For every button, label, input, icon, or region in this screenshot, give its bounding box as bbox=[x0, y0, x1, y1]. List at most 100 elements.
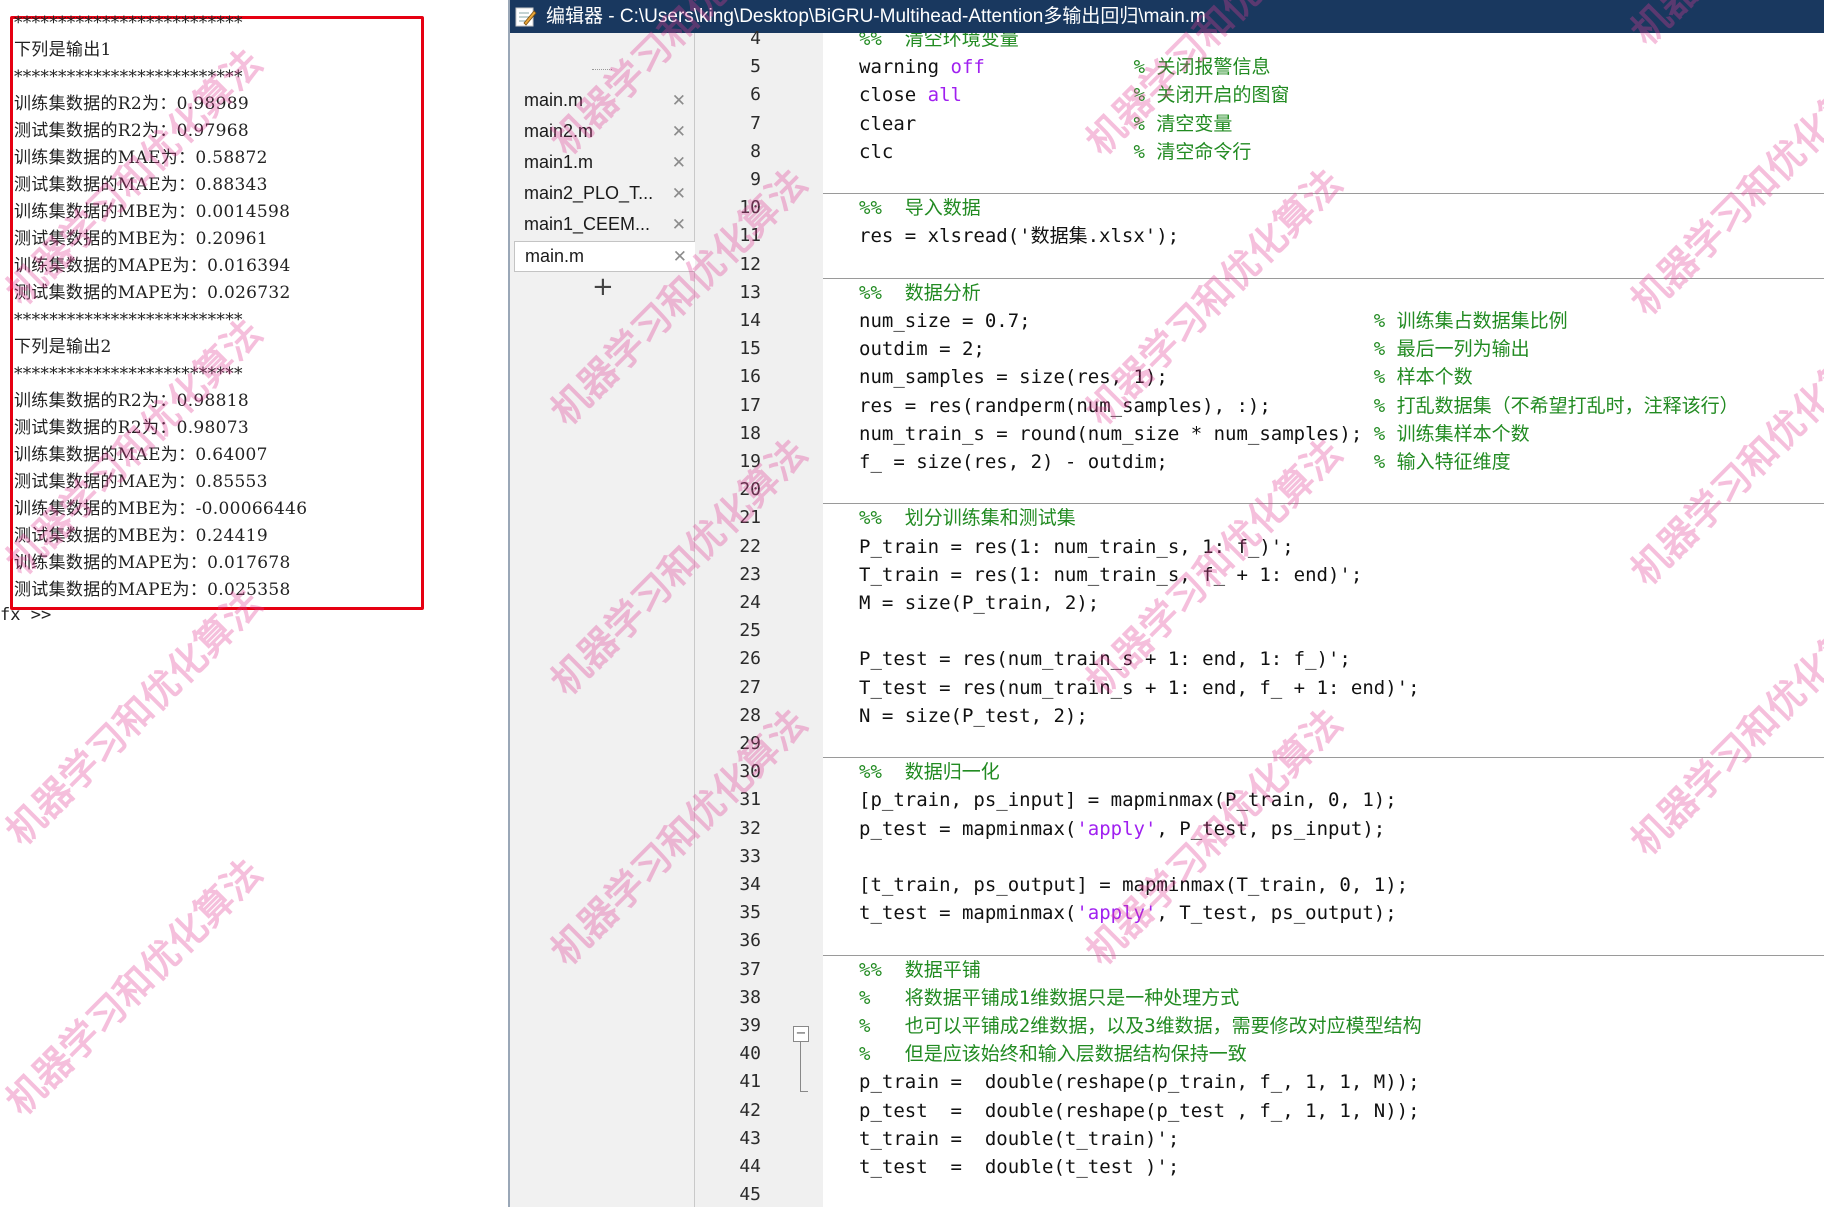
code-line[interactable]: %% 数据平铺 bbox=[859, 956, 981, 984]
add-tab-button[interactable]: + bbox=[592, 273, 614, 301]
line-number: 25 bbox=[739, 620, 761, 642]
file-tab[interactable]: main2.m ✕ bbox=[514, 117, 694, 146]
line-number: 28 bbox=[739, 704, 761, 726]
command-output-line: 训练集数据的R2为：0.98989 bbox=[14, 94, 250, 114]
code-line[interactable]: P_test = res(num_train_s + 1: end, 1: f_… bbox=[859, 645, 1351, 673]
code-line[interactable]: t_test = double(t_test )'; bbox=[859, 1153, 1179, 1181]
close-tab-icon[interactable]: ✕ bbox=[672, 117, 686, 146]
line-number: 10 bbox=[739, 197, 761, 219]
command-output-line: 测试集数据的MAE为：0.85553 bbox=[14, 472, 268, 492]
code-line[interactable]: T_train = res(1: num_train_s, f_ + 1: en… bbox=[859, 561, 1362, 589]
file-tab[interactable]: main.m ✕ bbox=[514, 86, 694, 115]
line-number: 29 bbox=[739, 733, 761, 754]
command-prompt[interactable]: fx >> bbox=[0, 602, 51, 629]
command-output-line: 测试集数据的MAPE为：0.025358 bbox=[14, 580, 291, 600]
code-line[interactable]: num_size = 0.7; % 训练集占数据集比例 bbox=[859, 307, 1568, 335]
line-number: 15 bbox=[739, 338, 761, 360]
code-line[interactable]: num_train_s = round(num_size * num_sampl… bbox=[859, 420, 1530, 448]
code-line[interactable]: t_test = mapminmax('apply', T_test, ps_o… bbox=[859, 899, 1397, 927]
code-line[interactable]: %% 数据归一化 bbox=[859, 758, 1000, 786]
code-line[interactable]: res = xlsread('数据集.xlsx'); bbox=[859, 222, 1179, 250]
code-line[interactable]: [t_train, ps_output] = mapminmax(T_train… bbox=[859, 871, 1408, 899]
code-line[interactable]: %% 清空环境变量 bbox=[859, 33, 1019, 53]
command-output-line: ************************** bbox=[14, 364, 243, 384]
line-number: 5 bbox=[750, 56, 761, 78]
file-tab-label: main.m bbox=[525, 246, 585, 266]
line-number: 38 bbox=[739, 986, 761, 1008]
code-line[interactable]: %% 划分训练集和测试集 bbox=[859, 504, 1076, 532]
line-number: 4 bbox=[750, 28, 761, 49]
editor-title: 编辑器 - C:\Users\king\Desktop\BiGRU-Multih… bbox=[546, 6, 1206, 27]
file-tab[interactable]: main1_CEEM... ✕ bbox=[514, 210, 694, 239]
line-number: 34 bbox=[739, 874, 761, 895]
code-line[interactable]: p_test = mapminmax('apply', P_test, ps_i… bbox=[859, 815, 1385, 843]
line-number: 35 bbox=[739, 902, 761, 924]
close-tab-icon[interactable]: ✕ bbox=[672, 179, 686, 208]
code-line[interactable]: p_train = double(reshape(p_train, f_, 1,… bbox=[859, 1068, 1420, 1096]
line-number: 32 bbox=[739, 817, 761, 839]
command-output-line: 测试集数据的R2为：0.98073 bbox=[14, 418, 250, 438]
code-folding-column: − bbox=[783, 33, 823, 1207]
fold-toggle-icon[interactable]: − bbox=[793, 1026, 809, 1042]
close-tab-icon[interactable]: ✕ bbox=[673, 242, 687, 271]
command-output-line: 训练集数据的MAPE为：0.017678 bbox=[14, 553, 291, 573]
code-line[interactable]: num_samples = size(res, 1); % 样本个数 bbox=[859, 363, 1473, 391]
line-number: 7 bbox=[750, 112, 761, 134]
code-line[interactable]: t_train = double(t_train)'; bbox=[859, 1125, 1179, 1153]
line-number: 41 bbox=[739, 1071, 761, 1093]
line-number: 6 bbox=[750, 84, 761, 106]
cell-divider bbox=[823, 503, 1824, 505]
code-line[interactable]: warning off % 关闭报警信息 bbox=[859, 53, 1270, 81]
code-line[interactable]: %% 数据分析 bbox=[859, 279, 981, 307]
close-tab-icon[interactable]: ✕ bbox=[672, 86, 686, 115]
command-output-line: 测试集数据的MBE为：0.20961 bbox=[14, 229, 269, 249]
editor-window: 编辑器 - C:\Users\king\Desktop\BiGRU-Multih… bbox=[508, 0, 1824, 1207]
line-number: 26 bbox=[739, 648, 761, 670]
file-tab-label: main2.m bbox=[524, 121, 594, 141]
code-line[interactable]: [p_train, ps_input] = mapminmax(P_train,… bbox=[859, 786, 1397, 814]
file-tab[interactable]: main2_PLO_T... ✕ bbox=[514, 179, 694, 208]
code-line[interactable]: clc % 清空命令行 bbox=[859, 138, 1251, 166]
line-number: 8 bbox=[750, 140, 761, 162]
code-line[interactable]: close all % 关闭开启的图窗 bbox=[859, 81, 1289, 109]
code-line[interactable]: T_test = res(num_train_s + 1: end, f_ + … bbox=[859, 674, 1420, 702]
command-output-line: ************************** bbox=[14, 67, 243, 87]
cell-divider bbox=[823, 277, 1824, 279]
line-number: 30 bbox=[739, 761, 761, 783]
code-line[interactable]: %% 导入数据 bbox=[859, 194, 981, 222]
line-number: 36 bbox=[739, 930, 761, 952]
file-tab[interactable]: main1.m ✕ bbox=[514, 148, 694, 177]
file-tab-label: main1.m bbox=[524, 152, 594, 172]
code-line[interactable]: outdim = 2; % 最后一列为输出 bbox=[859, 335, 1530, 363]
panel-grip[interactable] bbox=[592, 69, 612, 72]
fold-range-end bbox=[800, 1091, 808, 1092]
code-line[interactable]: f_ = size(res, 2) - outdim; % 输入特征维度 bbox=[859, 448, 1511, 476]
line-number-gutter: 4 5 6 7 8 9 10 11 12 13 14 15 16 17 18 19 20 21 22 23 24 25 26… bbox=[695, 28, 783, 1207]
code-line[interactable]: res = res(randperm(num_samples), :); % 打… bbox=[859, 392, 1739, 420]
code-line[interactable]: N = size(P_test, 2); bbox=[859, 702, 1088, 730]
close-tab-icon[interactable]: ✕ bbox=[672, 148, 686, 177]
close-tab-icon[interactable]: ✕ bbox=[672, 210, 686, 239]
line-number: 21 bbox=[739, 507, 761, 529]
command-output-line: 下列是输出1 bbox=[14, 40, 112, 60]
file-tab-label: main1_CEEM... bbox=[524, 214, 651, 234]
code-line[interactable]: clear % 清空变量 bbox=[859, 110, 1232, 138]
code-line[interactable]: % 也可以平铺成2维数据，以及3维数据，需要修改对应模型结构 bbox=[859, 1012, 1422, 1040]
code-line[interactable]: p_test = double(reshape(p_test , f_, 1, … bbox=[859, 1097, 1420, 1125]
code-line[interactable]: % 但是应该始终和输入层数据结构保持一致 bbox=[859, 1040, 1247, 1068]
file-tab-label: main.m bbox=[524, 90, 584, 110]
code-line[interactable]: % 将数据平铺成1维数据只是一种处理方式 bbox=[859, 984, 1239, 1012]
command-window[interactable]: ************************** 下列是输出1 ********… bbox=[0, 0, 508, 1207]
code-line[interactable]: P_train = res(1: num_train_s, 1: f_)'; bbox=[859, 533, 1294, 561]
line-number: 23 bbox=[739, 563, 761, 585]
command-output-line: ************************** bbox=[14, 13, 243, 33]
file-tab[interactable]: main.m ✕ bbox=[514, 241, 696, 272]
code-line[interactable]: M = size(P_train, 2); bbox=[859, 589, 1099, 617]
command-output-line: 训练集数据的MAE为：0.64007 bbox=[14, 445, 268, 465]
line-number: 17 bbox=[739, 394, 761, 416]
code-area[interactable]: %% 清空环境变量 warning off % 关闭报警信息 close all %… bbox=[823, 33, 1824, 1207]
command-output-line: 测试集数据的MBE为：0.24419 bbox=[14, 526, 269, 546]
editor-icon bbox=[515, 7, 537, 27]
file-tab-panel: main.m ✕ main2.m ✕ main1.m ✕ main2_PLO_T... ✕ ma… bbox=[510, 33, 696, 1207]
cell-divider bbox=[823, 954, 1824, 956]
